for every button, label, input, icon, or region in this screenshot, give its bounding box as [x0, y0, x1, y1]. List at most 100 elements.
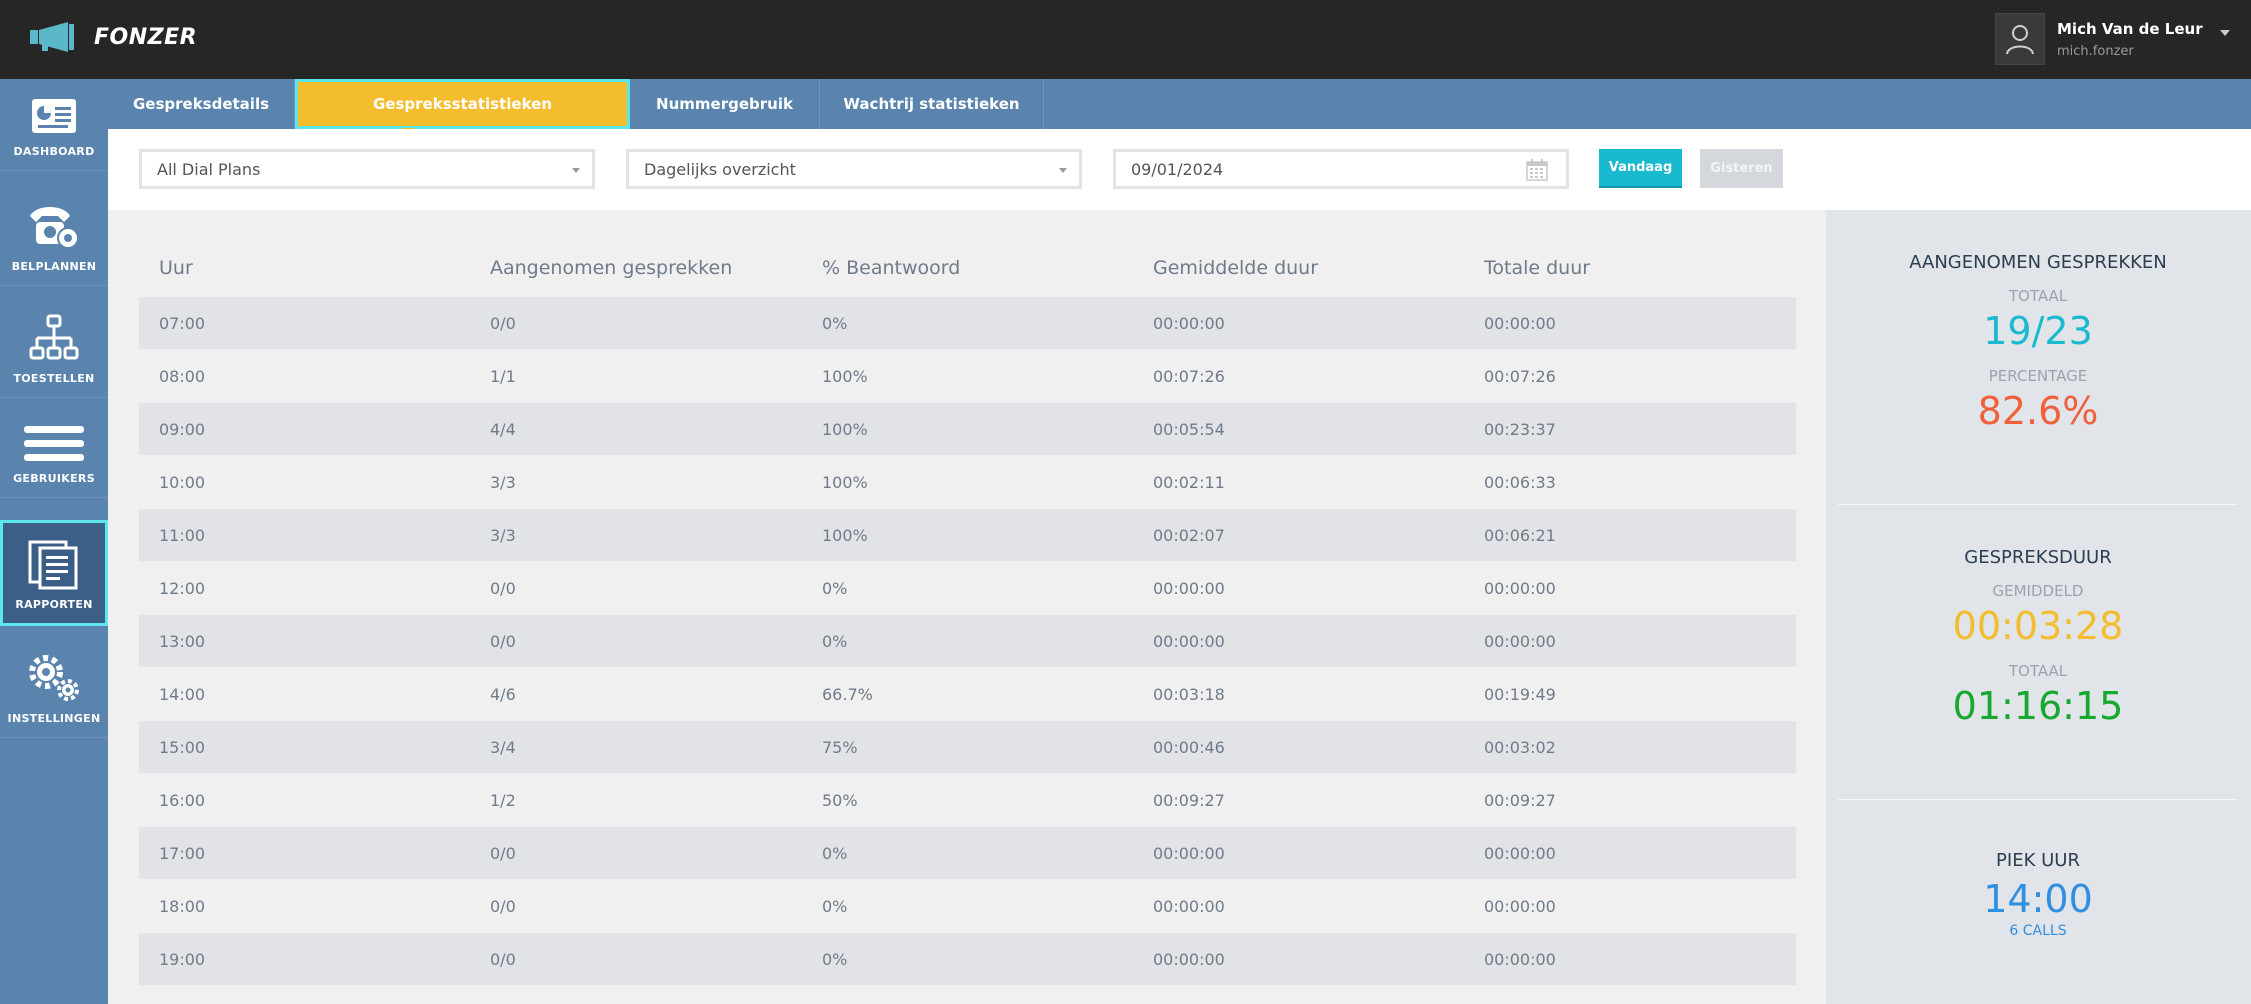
- cell-total-duration: 00:00:00: [1484, 843, 1556, 863]
- peak-hour-value: 14:00: [1983, 877, 2093, 921]
- gears-icon: [29, 655, 79, 701]
- user-menu[interactable]: Mich Van de Leur mich.fonzer: [1995, 12, 2235, 66]
- tab-label: Wachtrij statistieken: [843, 95, 1020, 113]
- cell-hour: 09:00: [159, 419, 206, 439]
- cell-answered: 3/3: [490, 525, 516, 545]
- cell-percent: 100%: [822, 472, 868, 492]
- sidebar-item-rapporten[interactable]: RAPPORTEN: [0, 520, 108, 626]
- sidebar-item-toestellen[interactable]: TOESTELLEN: [0, 286, 108, 398]
- column-header-aangenomen: Aangenomen gesprekken: [490, 257, 733, 279]
- today-button[interactable]: Vandaag: [1599, 149, 1682, 188]
- sidebar-item-gebruikers[interactable]: GEBRUIKERS: [0, 398, 108, 498]
- cell-answered: 0/0: [490, 578, 516, 598]
- sidebar: DASHBOARD BELPLANNEN TOESTELLEN GEBRUIKE…: [0, 79, 108, 1004]
- tab-nummergebruik[interactable]: Nummergebruik: [630, 79, 820, 129]
- cell-percent: 0%: [822, 949, 848, 969]
- cell-total-duration: 00:00:00: [1484, 631, 1556, 651]
- answered-percentage-label: PERCENTAGE: [1988, 367, 2088, 385]
- cell-avg-duration: 00:00:00: [1153, 578, 1225, 598]
- table-row: 08:00 1/1 100% 00:07:26 00:07:26: [139, 350, 1796, 402]
- sidebar-item-label: RAPPORTEN: [15, 598, 93, 611]
- cell-hour: 17:00: [159, 843, 206, 863]
- cell-total-duration: 00:00:00: [1484, 313, 1556, 333]
- cell-avg-duration: 00:09:27: [1153, 790, 1225, 810]
- cell-avg-duration: 00:00:00: [1153, 313, 1225, 333]
- cell-answered: 1/1: [490, 366, 516, 386]
- table-row: 11:00 3/3 100% 00:02:07 00:06:21: [139, 509, 1796, 561]
- overview-value: Dagelijks overzicht: [644, 159, 796, 179]
- cell-percent: 75%: [822, 737, 858, 757]
- tab-bar: Gespreksdetails Gespreksstatistieken Num…: [108, 79, 2251, 129]
- cell-percent: 0%: [822, 313, 848, 333]
- cell-answered: 4/4: [490, 419, 516, 439]
- cell-avg-duration: 00:03:18: [1153, 684, 1225, 704]
- chevron-down-icon: [572, 168, 580, 173]
- cell-percent: 0%: [822, 896, 848, 916]
- calendar-icon[interactable]: [1526, 159, 1548, 185]
- list-icon: [24, 426, 84, 461]
- cell-hour: 19:00: [159, 949, 206, 969]
- cell-avg-duration: 00:02:11: [1153, 472, 1225, 492]
- cell-hour: 16:00: [159, 790, 206, 810]
- dial-plan-select[interactable]: All Dial Plans: [139, 149, 595, 189]
- network-icon: [29, 314, 79, 360]
- cell-total-duration: 00:06:21: [1484, 525, 1556, 545]
- cell-hour: 11:00: [159, 525, 206, 545]
- cell-total-duration: 00:07:26: [1484, 366, 1556, 386]
- cell-answered: 4/6: [490, 684, 516, 704]
- table-row: 12:00 0/0 0% 00:00:00 00:00:00: [139, 562, 1796, 614]
- peak-hour-block: PIEK UUR 14:00 6 CALLS: [1838, 800, 2238, 1000]
- duration-total-value: 01:16:15: [1952, 684, 2124, 728]
- phone-gear-icon: [30, 207, 79, 249]
- sidebar-item-label: INSTELLINGEN: [7, 712, 101, 725]
- tab-gespreksdetails[interactable]: Gespreksdetails: [108, 79, 295, 129]
- column-header-uur: Uur: [159, 257, 193, 279]
- cell-answered: 1/2: [490, 790, 516, 810]
- cell-hour: 07:00: [159, 313, 206, 333]
- cell-total-duration: 00:00:00: [1484, 578, 1556, 598]
- cell-answered: 0/0: [490, 843, 516, 863]
- overview-select[interactable]: Dagelijks overzicht: [626, 149, 1082, 189]
- cell-hour: 10:00: [159, 472, 206, 492]
- tab-gespreksstatistieken[interactable]: Gespreksstatistieken: [295, 79, 630, 129]
- date-input[interactable]: 09/01/2024: [1113, 149, 1569, 189]
- cell-hour: 08:00: [159, 366, 206, 386]
- sidebar-item-label: GEBRUIKERS: [13, 472, 95, 485]
- cell-percent: 50%: [822, 790, 858, 810]
- table-row: 16:00 1/2 50% 00:09:27 00:09:27: [139, 774, 1796, 826]
- cell-answered: 0/0: [490, 949, 516, 969]
- cell-hour: 13:00: [159, 631, 206, 651]
- cell-percent: 0%: [822, 843, 848, 863]
- column-header-gemiddelde-duur: Gemiddelde duur: [1153, 257, 1319, 279]
- tab-wachtrij-statistieken[interactable]: Wachtrij statistieken: [820, 79, 1044, 129]
- logo[interactable]: FONZER: [30, 22, 197, 52]
- chevron-down-icon[interactable]: [2220, 30, 2230, 36]
- cell-avg-duration: 00:00:46: [1153, 737, 1225, 757]
- cell-hour: 14:00: [159, 684, 206, 704]
- cell-avg-duration: 00:00:00: [1153, 843, 1225, 863]
- dashboard-icon: [32, 99, 76, 133]
- cell-total-duration: 00:23:37: [1484, 419, 1556, 439]
- megaphone-icon: [30, 22, 76, 52]
- table-row: 13:00 0/0 0% 00:00:00 00:00:00: [139, 615, 1796, 667]
- sidebar-item-instellingen[interactable]: INSTELLINGEN: [0, 626, 108, 738]
- sidebar-item-label: BELPLANNEN: [11, 260, 97, 273]
- answered-percentage-value: 82.6%: [1977, 389, 2099, 433]
- cell-answered: 3/3: [490, 472, 516, 492]
- table-row: 18:00 0/0 0% 00:00:00 00:00:00: [139, 880, 1796, 932]
- duration-average-label: GEMIDDELD: [1992, 582, 2084, 600]
- cell-total-duration: 00:09:27: [1484, 790, 1556, 810]
- cell-answered: 0/0: [490, 896, 516, 916]
- column-header-beantwoord: % Beantwoord: [822, 257, 961, 279]
- chevron-down-icon: [1059, 168, 1067, 173]
- top-bar: FONZER Mich Van de Leur mich.fonzer: [0, 0, 2251, 79]
- sidebar-item-belplannen[interactable]: BELPLANNEN: [0, 171, 108, 286]
- sidebar-item-dashboard[interactable]: DASHBOARD: [0, 79, 108, 171]
- yesterday-button[interactable]: Gisteren: [1700, 149, 1783, 188]
- avatar[interactable]: [1995, 13, 2045, 65]
- table-row: 15:00 3/4 75% 00:00:46 00:03:02: [139, 721, 1796, 773]
- duration-total-label: TOTAAL: [2008, 662, 2068, 680]
- cell-percent: 0%: [822, 578, 848, 598]
- peak-hour-title: PIEK UUR: [1996, 850, 2080, 871]
- cell-total-duration: 00:00:00: [1484, 949, 1556, 969]
